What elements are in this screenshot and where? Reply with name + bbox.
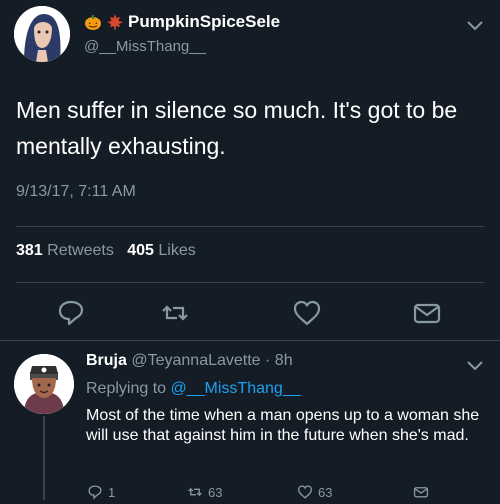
reply-dm-action[interactable]	[412, 484, 430, 500]
divider	[0, 340, 500, 341]
display-name-row[interactable]: PumpkinSpiceSele	[84, 12, 280, 32]
reply-actions: 1 63 63	[86, 484, 486, 504]
reply-display-name[interactable]: Bruja	[86, 352, 127, 369]
reply-reply-action[interactable]: 1	[86, 484, 115, 500]
likes-label[interactable]: Likes	[158, 242, 195, 259]
retweets-label[interactable]: Retweets	[47, 242, 114, 259]
likes-count[interactable]: 405	[127, 242, 154, 259]
avatar[interactable]	[14, 6, 70, 62]
thread-line	[43, 416, 45, 500]
user-handle[interactable]: @__MissThang__	[84, 38, 206, 55]
divider	[16, 226, 484, 227]
avatar-image	[14, 6, 70, 62]
tweet-text: Men suffer in silence so much. It's got …	[16, 97, 458, 159]
heart-icon[interactable]	[292, 298, 322, 328]
main-tweet: PumpkinSpiceSele @__MissThang__ Men suff…	[0, 0, 500, 340]
replying-to: Replying to @__MissThang__	[86, 380, 301, 398]
reply-avatar[interactable]	[14, 354, 74, 414]
direct-message-icon[interactable]	[412, 298, 442, 328]
display-name: PumpkinSpiceSele	[128, 12, 281, 31]
chevron-down-icon[interactable]	[466, 360, 484, 372]
retweets-count[interactable]: 381	[16, 242, 43, 259]
reply-handle[interactable]: @TeyannaLavette	[131, 352, 260, 369]
replying-to-mention[interactable]: @__MissThang__	[171, 380, 301, 397]
reply-icon[interactable]	[56, 298, 86, 328]
reply-header: Bruja @TeyannaLavette · 8h	[86, 352, 293, 370]
retweet-icon[interactable]	[186, 484, 204, 500]
reply-avatar-image	[14, 354, 74, 414]
reply-text: Most of the time when a man opens up to …	[86, 407, 480, 444]
replying-to-prefix: Replying to	[86, 380, 167, 397]
retweet-icon[interactable]	[160, 298, 190, 328]
chevron-down-icon[interactable]	[466, 20, 484, 32]
reply-time[interactable]: · 8h	[265, 352, 293, 369]
tweet-actions	[0, 298, 500, 328]
tweet-timestamp[interactable]: 9/13/17, 7:11 AM	[16, 183, 136, 201]
pumpkin-icon	[84, 13, 102, 31]
reply-retweet-action[interactable]: 63	[186, 484, 222, 500]
tweet-stats: 381 Retweets 405 Likes	[16, 242, 196, 260]
divider	[16, 282, 484, 283]
reply-count: 1	[108, 484, 116, 500]
heart-icon[interactable]	[296, 484, 314, 500]
reply-like-action[interactable]: 63	[296, 484, 332, 500]
retweet-count: 63	[208, 484, 223, 500]
like-count: 63	[318, 484, 333, 500]
direct-message-icon[interactable]	[412, 484, 430, 500]
reply-icon[interactable]	[86, 484, 104, 500]
maple-leaf-icon	[106, 13, 124, 31]
